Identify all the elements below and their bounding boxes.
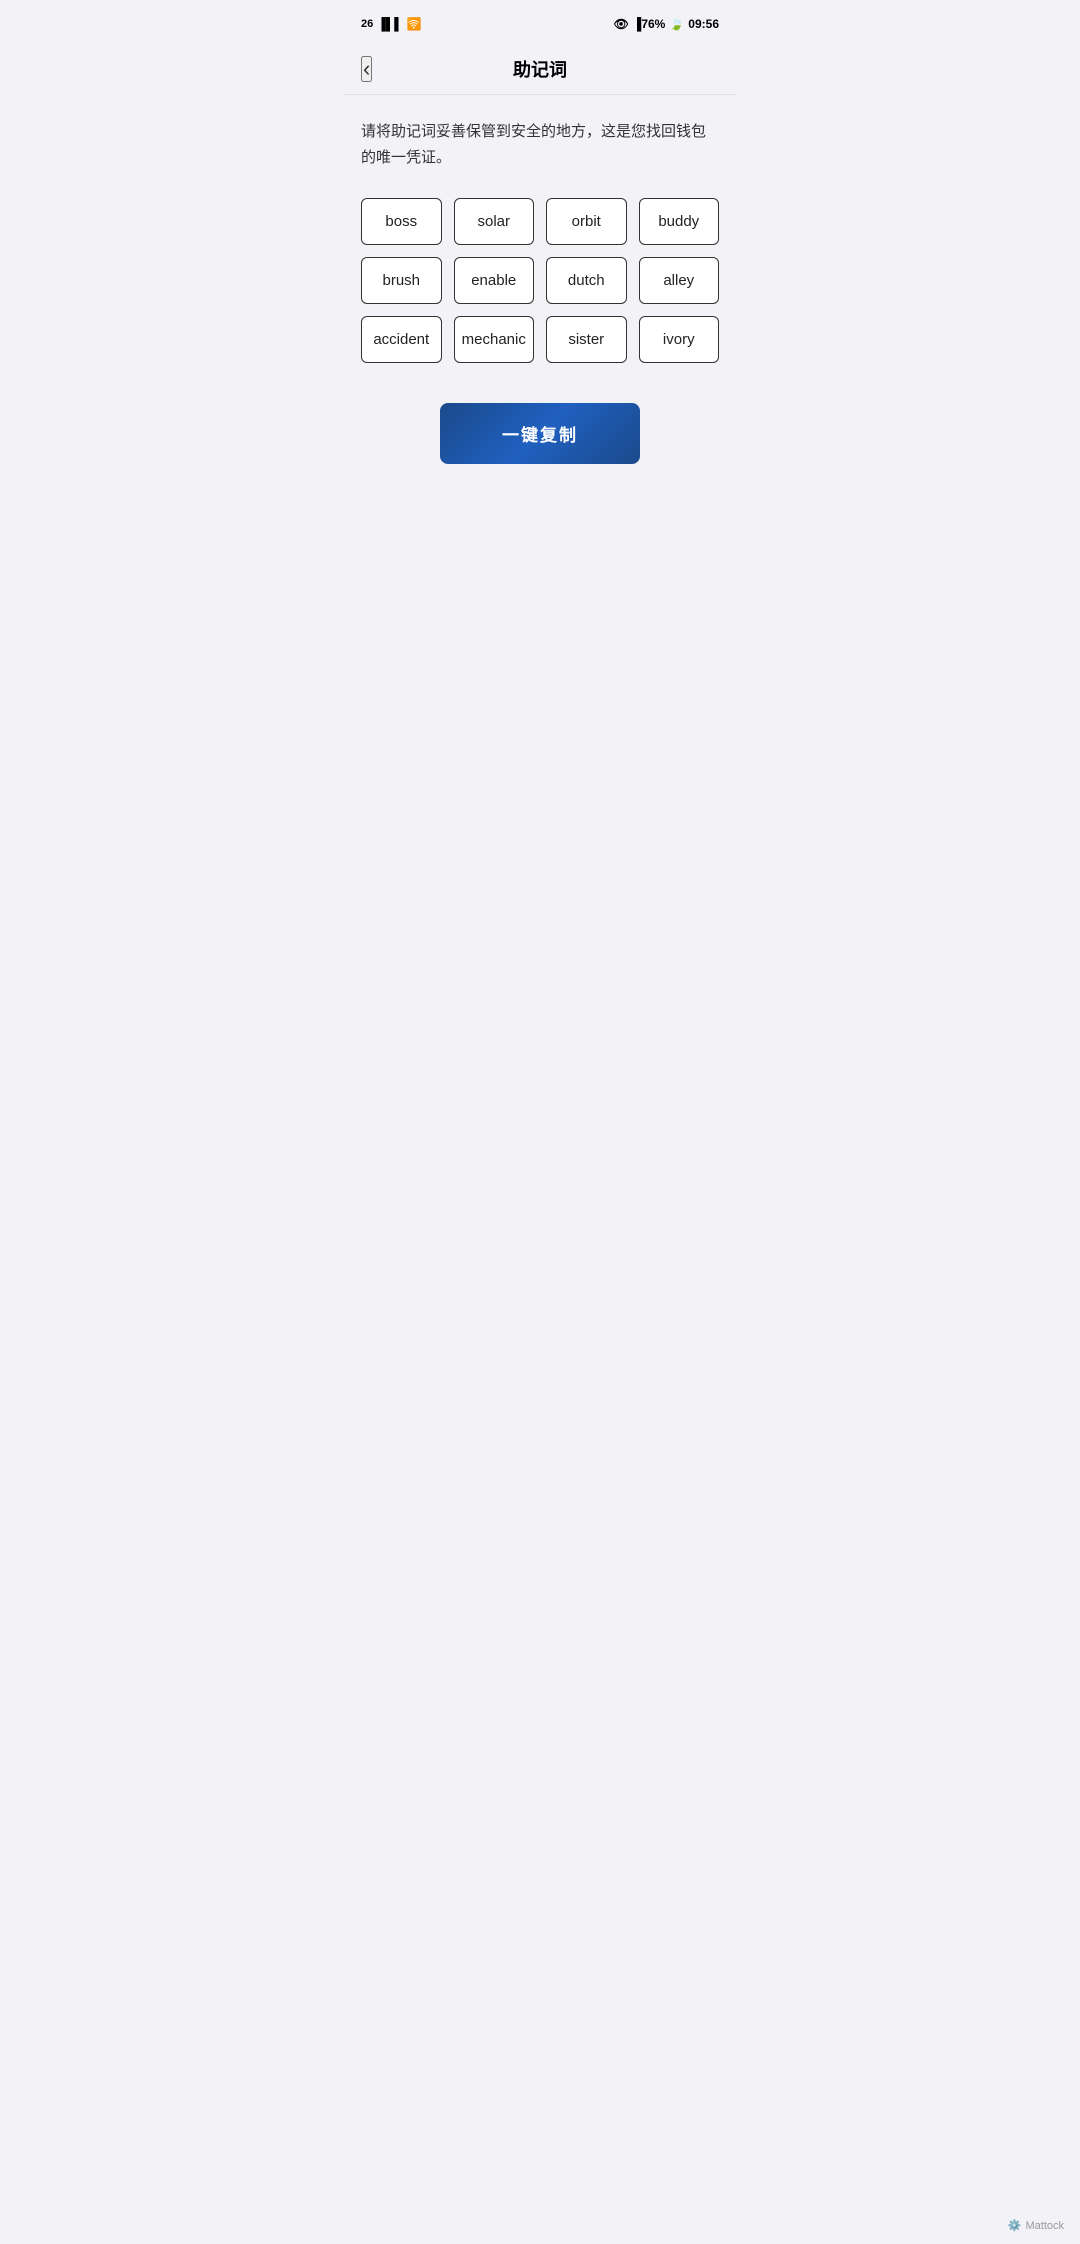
- page-title: 助记词: [513, 56, 567, 82]
- mnemonic-word-7: dutch: [546, 257, 627, 304]
- back-button[interactable]: ‹: [361, 56, 372, 82]
- brand-logo: ⚙️: [1008, 2219, 1022, 2232]
- brand-name: Mattock: [1025, 2220, 1064, 2232]
- mnemonic-word-3: orbit: [546, 198, 627, 245]
- status-bar: 26 ▐▌▌ 🛜 👁 ▐76% 🍃 09:56: [345, 0, 735, 44]
- description-text: 请将助记词妥善保管到安全的地方，这是您找回钱包的唯一凭证。: [361, 119, 719, 170]
- status-left: 26 ▐▌▌ 🛜: [361, 17, 422, 31]
- mnemonic-word-5: brush: [361, 257, 442, 304]
- clock-time: 09:56: [688, 17, 719, 31]
- mnemonic-word-11: sister: [546, 316, 627, 363]
- copy-button-container: 一键复制: [361, 403, 719, 464]
- mnemonic-word-grid: boss solarorbit buddy brush enabledutch alley…: [361, 198, 719, 363]
- mnemonic-word-10: mechanic: [454, 316, 535, 363]
- status-right: 👁 ▐76% 🍃 09:56: [614, 17, 719, 31]
- mnemonic-word-6: enable: [454, 257, 535, 304]
- eye-icon: 👁: [614, 17, 629, 31]
- signal-icon: ▐▌▌: [377, 17, 403, 31]
- wifi-icon: 🛜: [407, 17, 422, 31]
- mnemonic-word-2: solar: [454, 198, 535, 245]
- mnemonic-word-12: ivory: [639, 316, 720, 363]
- battery-icon: ▐76%: [633, 17, 666, 31]
- leaf-icon: 🍃: [669, 17, 684, 31]
- copy-all-button[interactable]: 一键复制: [440, 403, 640, 464]
- main-content: 请将助记词妥善保管到安全的地方，这是您找回钱包的唯一凭证。 boss solaro…: [345, 95, 735, 480]
- mnemonic-word-1: boss: [361, 198, 442, 245]
- mnemonic-word-9: accident: [361, 316, 442, 363]
- nav-bar: ‹ 助记词: [345, 44, 735, 95]
- mnemonic-word-4: buddy: [639, 198, 720, 245]
- mnemonic-word-8: alley: [639, 257, 720, 304]
- signal-text: 26: [361, 18, 373, 30]
- watermark: ⚙️ Mattock: [1008, 2219, 1064, 2232]
